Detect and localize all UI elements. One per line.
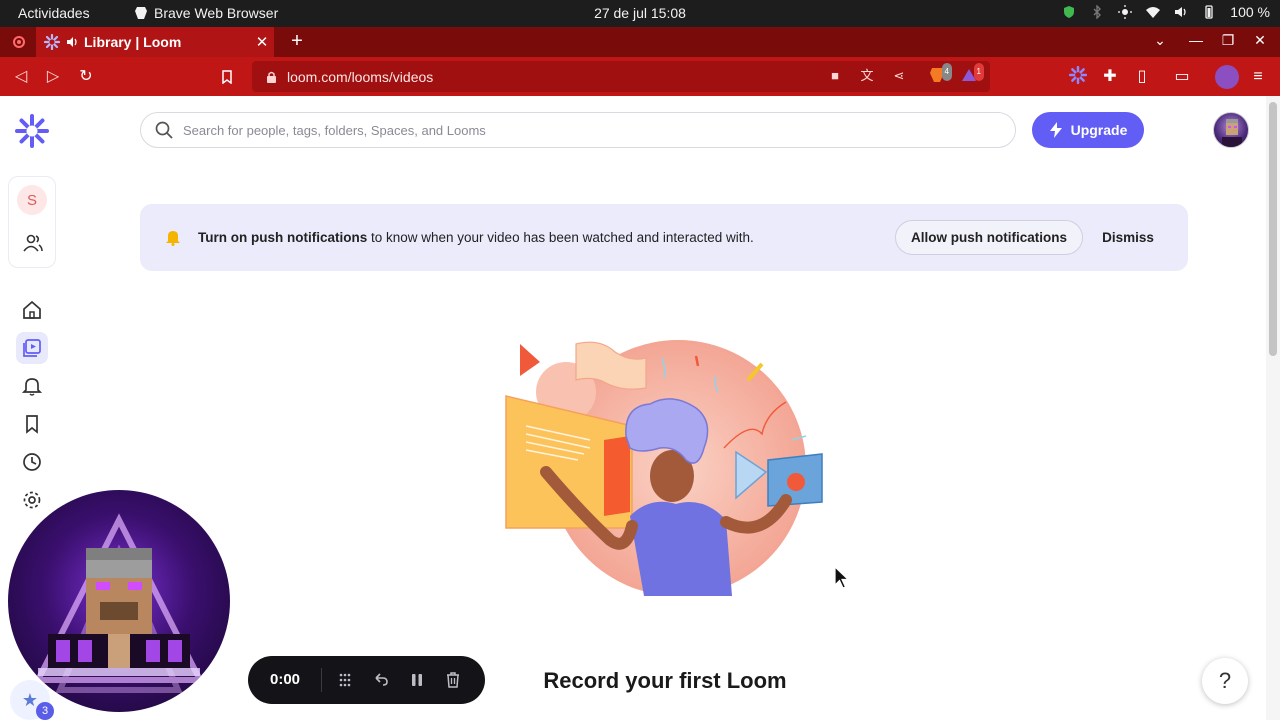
loom-extension-icon[interactable] xyxy=(1067,65,1089,88)
search-icon xyxy=(155,121,173,139)
undo-arrow-icon xyxy=(375,673,388,686)
brave-lion-icon xyxy=(135,7,147,19)
maximize-window-button[interactable]: ❐ xyxy=(1218,32,1238,49)
delete-trash-icon xyxy=(447,672,459,688)
sidebar-item-settings[interactable] xyxy=(16,484,48,516)
banner-bold-text: Turn on push notifications xyxy=(198,230,368,245)
empty-state-illustration xyxy=(505,340,823,596)
help-button[interactable]: ? xyxy=(1202,658,1248,704)
wallet-icon[interactable]: ▭ xyxy=(1171,66,1193,88)
undo-restart-icon[interactable] xyxy=(369,668,393,692)
loom-logo-icon xyxy=(1068,65,1088,85)
avatar-portrait-icon xyxy=(1222,119,1242,147)
members-icon[interactable] xyxy=(23,233,43,253)
address-bar[interactable]: loom.com/looms/videos ■ 文 ⋖ 4 1 xyxy=(252,61,990,92)
search-bar[interactable] xyxy=(140,112,1016,148)
user-avatar[interactable] xyxy=(1213,112,1249,148)
camera-bubble[interactable] xyxy=(8,490,230,712)
profile-avatar-icon[interactable] xyxy=(1215,65,1239,89)
reload-icon[interactable]: ↻ xyxy=(75,66,97,88)
extensions-puzzle-icon[interactable]: ✚ xyxy=(1099,66,1121,88)
share-icon[interactable]: ⋖ xyxy=(890,67,908,85)
brave-rewards-icon[interactable]: 1 xyxy=(960,63,984,85)
pause-bars-icon xyxy=(412,674,422,686)
lock-icon xyxy=(267,71,276,83)
brightness-icon xyxy=(1118,5,1133,19)
banner-message: Turn on push notifications to know when … xyxy=(198,230,754,245)
rewards-count-badge: 1 xyxy=(973,63,984,81)
push-notification-banner: Turn on push notifications to know when … xyxy=(140,204,1188,271)
clock-icon xyxy=(23,453,41,471)
bookmark-icon xyxy=(26,415,38,434)
scrollbar-thumb[interactable] xyxy=(1269,102,1277,356)
workspace-switcher: S xyxy=(8,176,56,268)
app-name: Brave Web Browser xyxy=(154,5,279,21)
webcam-avatar-image xyxy=(33,513,205,693)
shields-count-badge: 4 xyxy=(941,63,952,81)
mouse-cursor-icon xyxy=(834,566,850,589)
divider xyxy=(321,668,322,692)
volume-icon xyxy=(1175,7,1186,17)
banner-text: to know when your video has been watched… xyxy=(367,230,754,245)
recording-indicator-icon xyxy=(13,36,25,48)
loom-favicon-icon xyxy=(44,34,60,50)
extension-count-badge: 3 xyxy=(36,702,54,720)
bell-icon xyxy=(22,378,42,396)
close-window-button[interactable]: ✕ xyxy=(1250,32,1270,49)
gear-icon xyxy=(23,491,41,509)
sidebar-item-history[interactable] xyxy=(16,446,48,478)
upgrade-label: Upgrade xyxy=(1070,122,1128,138)
close-tab-icon[interactable]: ✕ xyxy=(250,33,274,51)
brave-shields-icon[interactable]: 4 xyxy=(928,63,952,85)
bluetooth-icon xyxy=(1093,5,1102,19)
sidebar-item-notifications[interactable] xyxy=(16,370,48,402)
drag-handle-icon[interactable] xyxy=(333,668,357,692)
activities-button[interactable]: Actividades xyxy=(18,5,90,21)
new-tab-button[interactable]: + xyxy=(286,30,308,53)
bell-icon xyxy=(166,231,180,246)
battery-icon xyxy=(1205,5,1213,19)
dismiss-button[interactable]: Dismiss xyxy=(1092,220,1164,255)
battery-percent: 100 % xyxy=(1230,4,1270,20)
tab-strip: Library | Loom ✕ + ⌄ — ❐ ✕ xyxy=(0,27,1280,57)
home-icon xyxy=(23,300,41,319)
workspace-avatar[interactable]: S xyxy=(17,185,47,215)
bookmark-icon[interactable] xyxy=(220,70,234,84)
tab-title: Library | Loom xyxy=(84,34,182,50)
minimize-window-button[interactable]: — xyxy=(1186,32,1206,48)
page-heading: Record your first Loom xyxy=(543,668,787,693)
video-library-icon xyxy=(23,339,41,357)
allow-push-notifications-button[interactable]: Allow push notifications xyxy=(895,220,1083,255)
back-arrow-icon[interactable]: ◁ xyxy=(10,66,32,88)
address-bar-actions: ■ 文 ⋖ 4 1 xyxy=(826,63,984,85)
tab-library-loom[interactable]: Library | Loom ✕ xyxy=(36,27,274,57)
recording-timer: 0:00 xyxy=(270,671,301,688)
sidebar-item-home[interactable] xyxy=(16,294,48,326)
shield-icon xyxy=(1064,6,1075,18)
camera-icon[interactable]: ■ xyxy=(826,67,844,85)
wifi-icon xyxy=(1146,7,1161,18)
tab-list-chevron-down-icon[interactable]: ⌄ xyxy=(1150,32,1170,49)
forward-arrow-icon[interactable]: ▷ xyxy=(42,66,64,88)
sidebar-item-watch-later[interactable] xyxy=(16,408,48,440)
sidebar-item-library[interactable] xyxy=(16,332,48,364)
page-scrollbar[interactable] xyxy=(1266,96,1280,720)
browser-toolbar: ◁ ▷ ↻ loom.com/looms/videos ■ 文 ⋖ 4 1 ✚ … xyxy=(0,57,1280,96)
translate-icon[interactable]: 文 xyxy=(858,67,876,85)
trash-icon[interactable] xyxy=(441,668,465,692)
grip-dots-icon xyxy=(339,673,351,687)
url-text: loom.com/looms/videos xyxy=(287,68,434,85)
pause-icon[interactable] xyxy=(405,668,429,692)
search-input[interactable] xyxy=(183,122,983,138)
os-top-bar: Actividades Brave Web Browser 27 de jul … xyxy=(0,0,1280,27)
sidebar-toggle-icon[interactable]: ▯ xyxy=(1131,66,1153,88)
system-tray[interactable]: 100 % xyxy=(1062,4,1270,20)
lightning-icon xyxy=(1049,122,1062,138)
app-menu[interactable]: Brave Web Browser xyxy=(134,5,278,21)
loom-logo-icon[interactable] xyxy=(15,114,49,148)
upgrade-button[interactable]: Upgrade xyxy=(1032,112,1144,148)
recording-controls: 0:00 xyxy=(248,656,485,704)
audio-playing-icon[interactable] xyxy=(66,36,78,48)
menu-hamburger-icon[interactable]: ≡ xyxy=(1247,66,1269,88)
